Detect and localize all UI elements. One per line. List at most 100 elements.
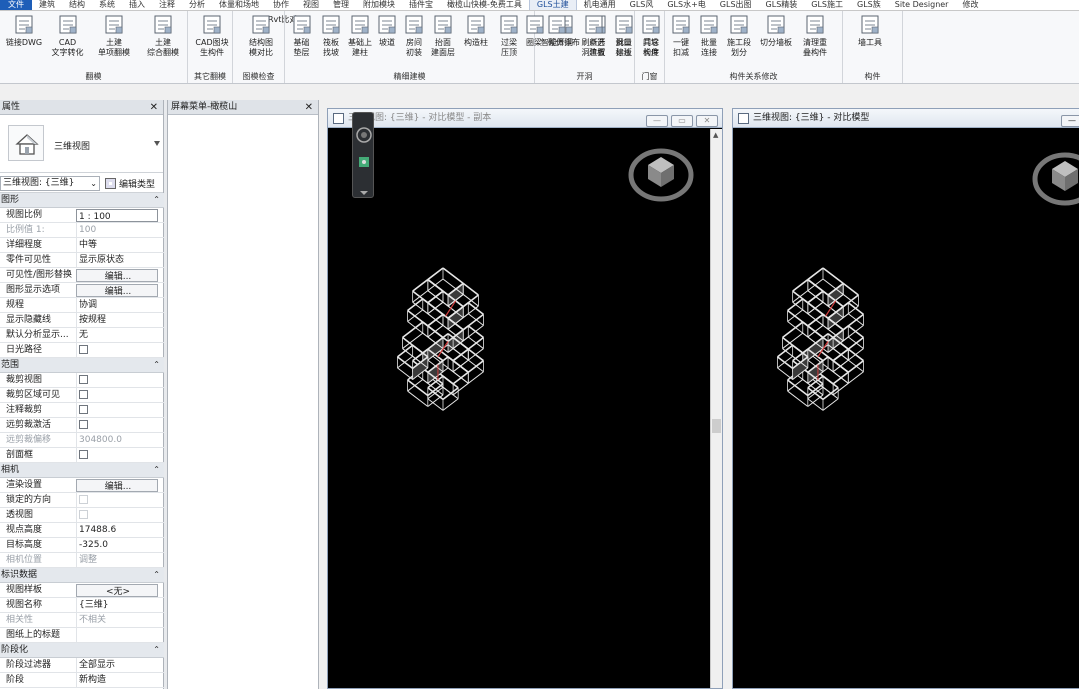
property-section-header[interactable]: 相机 ⌃: [0, 463, 164, 478]
scroll-up-icon[interactable]: ▲: [713, 131, 718, 139]
ribbon-button-4-1[interactable]: 刷新开 洞位置: [577, 13, 610, 58]
ribbon-button-5-0[interactable]: 门垛 长度: [637, 13, 665, 58]
menu-tab-22[interactable]: Site Designer: [888, 0, 956, 10]
property-section-header[interactable]: 图形 ⌃: [0, 193, 164, 208]
property-section-header[interactable]: 范围 ⌃: [0, 358, 164, 373]
ribbon-button-4-2[interactable]: 洞口 标注: [610, 13, 637, 58]
property-checkbox[interactable]: [79, 450, 88, 459]
menu-tab-12[interactable]: 插件宝: [402, 0, 440, 10]
minimize-button[interactable]: —: [1061, 115, 1079, 127]
ribbon-button-3-2[interactable]: 基础上 建柱: [346, 13, 374, 58]
menu-tab-16[interactable]: GLS风: [623, 0, 661, 10]
menu-tab-3[interactable]: 系统: [92, 0, 122, 10]
vertical-scrollbar[interactable]: ▲: [710, 129, 722, 688]
menu-tab-2[interactable]: 结构: [62, 0, 92, 10]
ribbon-button-0-0[interactable]: 链接DWG: [2, 13, 46, 48]
menu-tab-17[interactable]: GLS水+电: [660, 0, 712, 10]
menu-tab-21[interactable]: GLS族: [850, 0, 888, 10]
menu-tab-9[interactable]: 视图: [296, 0, 326, 10]
ribbon-button-0-2[interactable]: 土建 单项翻模: [89, 13, 139, 58]
menu-tab-4[interactable]: 插入: [122, 0, 152, 10]
property-checkbox[interactable]: [79, 345, 88, 354]
property-value[interactable]: 编辑...: [76, 479, 158, 492]
property-checkbox[interactable]: [79, 390, 88, 399]
view-cube-icon[interactable]: [628, 148, 694, 202]
ribbon-button-3-6[interactable]: 构造柱: [458, 13, 494, 48]
ribbon-button-6-1[interactable]: 批量 连接: [695, 13, 723, 58]
menu-tab-7[interactable]: 体量和场地: [212, 0, 266, 10]
ribbon-button-6-4[interactable]: 清理重 叠构件: [797, 13, 833, 58]
property-section-header[interactable]: 阶段化 ⌃: [0, 643, 164, 658]
menu-tab-11[interactable]: 附加模块: [356, 0, 402, 10]
ribbon-button-3-0[interactable]: 基础 垫层: [287, 13, 316, 58]
menu-tab-20[interactable]: GLS施工: [804, 0, 850, 10]
menu-tab-23[interactable]: 修改: [955, 0, 985, 10]
view-cube-icon[interactable]: [1032, 152, 1079, 206]
ribbon-button-label: 建面层: [431, 48, 455, 57]
edit-type-button[interactable]: 编辑类型: [105, 177, 155, 190]
view-window-title-bar[interactable]: 三维视图: {三维} - 对比模型 - 副本 — ▭ ✕: [328, 109, 722, 128]
close-icon[interactable]: ✕: [150, 100, 158, 115]
ribbon-button-6-0[interactable]: 一键 扣减: [667, 13, 695, 58]
room-icon: [434, 15, 452, 34]
restore-button[interactable]: ▭: [671, 115, 693, 127]
cube-icon: [672, 15, 690, 34]
menu-tab-18[interactable]: GLS出图: [713, 0, 759, 10]
close-button[interactable]: ✕: [696, 115, 718, 127]
view-window-compare[interactable]: 三维视图: {三维} - 对比模型 —: [732, 108, 1079, 689]
menu-tab-6[interactable]: 分析: [182, 0, 212, 10]
property-row: 图纸上的标题: [0, 628, 164, 643]
ribbon-button-4-0[interactable]: 智能开洞: [537, 13, 577, 48]
collapse-icon[interactable]: ⌃: [153, 463, 160, 477]
property-value[interactable]: 编辑...: [76, 284, 158, 297]
screen-menu-title-bar: 屏幕菜单-橄榄山 ✕: [168, 100, 318, 115]
minimize-button[interactable]: —: [646, 115, 668, 127]
property-checkbox[interactable]: [79, 375, 88, 384]
property-checkbox[interactable]: [79, 420, 88, 429]
ribbon-button-3-1[interactable]: 筏板 找坡: [316, 13, 346, 58]
ribbon-button-3-4[interactable]: 房间 初装: [400, 13, 428, 58]
menu-tab-10[interactable]: 管理: [326, 0, 356, 10]
type-scroll-icon[interactable]: [153, 119, 161, 169]
ribbon-button-3-7[interactable]: 过梁 压顶: [494, 13, 524, 58]
ribbon-button-2-0[interactable]: 结构图 模对比: [235, 13, 287, 58]
property-value[interactable]: <无>: [76, 584, 158, 597]
scroll-thumb[interactable]: [712, 419, 721, 433]
collapse-icon[interactable]: ⌃: [153, 358, 160, 372]
ribbon-button-6-3[interactable]: 切分墙板: [755, 13, 797, 48]
menu-tab-5[interactable]: 注释: [152, 0, 182, 10]
collapse-icon[interactable]: ⌃: [153, 643, 160, 657]
menu-tab-1[interactable]: 建筑: [32, 0, 62, 10]
menu-tab-0[interactable]: 文件: [0, 0, 32, 10]
menu-tab-15[interactable]: 机电通用: [577, 0, 623, 10]
3d-model-canvas[interactable]: [328, 129, 710, 689]
ribbon-button-0-3[interactable]: 土建 综合翻模: [139, 13, 187, 58]
property-value[interactable]: 编辑...: [76, 269, 158, 282]
menu-tab-14[interactable]: GLS土建: [528, 0, 577, 10]
close-icon[interactable]: ✕: [305, 100, 313, 115]
ribbon-button-6-2[interactable]: 施工段 划分: [723, 13, 755, 58]
ribbon-button-3-3[interactable]: 坡道: [374, 13, 400, 48]
ribbon-button-7-0[interactable]: 墙工具: [845, 13, 895, 48]
property-checkbox[interactable]: [79, 405, 88, 414]
menu-tab-19[interactable]: GLS精装: [759, 0, 805, 10]
property-section-header[interactable]: 标识数据 ⌃: [0, 568, 164, 583]
room-icon: [405, 15, 423, 34]
3d-model-canvas[interactable]: [733, 129, 1079, 689]
property-value[interactable]: 1 : 100: [76, 209, 158, 222]
collapse-icon[interactable]: ⌃: [153, 193, 160, 207]
type-selector[interactable]: 三维视图: [0, 115, 163, 173]
property-value: 不相关: [76, 613, 158, 627]
ribbon-button-3-5[interactable]: 抬面 建面层: [428, 13, 458, 58]
ribbon-button-0-1[interactable]: CAD 文字转化: [46, 13, 89, 58]
model-wall-edge: [427, 267, 444, 281]
menu-tab-8[interactable]: 协作: [266, 0, 296, 10]
ribbon-button-1-0[interactable]: CAD图块 生构件: [190, 13, 234, 58]
view-window-copy[interactable]: 三维视图: {三维} - 对比模型 - 副本 — ▭ ✕ ▲: [327, 108, 723, 689]
view-instance-dropdown[interactable]: 三维视图: {三维} ⌄: [0, 176, 100, 191]
steering-wheel-icon[interactable]: [353, 113, 375, 199]
navigation-bar[interactable]: [352, 112, 374, 198]
menu-tab-13[interactable]: 橄榄山快模-免费工具: [440, 0, 529, 10]
view-window-title-bar[interactable]: 三维视图: {三维} - 对比模型 —: [733, 109, 1079, 128]
collapse-icon[interactable]: ⌃: [153, 568, 160, 582]
